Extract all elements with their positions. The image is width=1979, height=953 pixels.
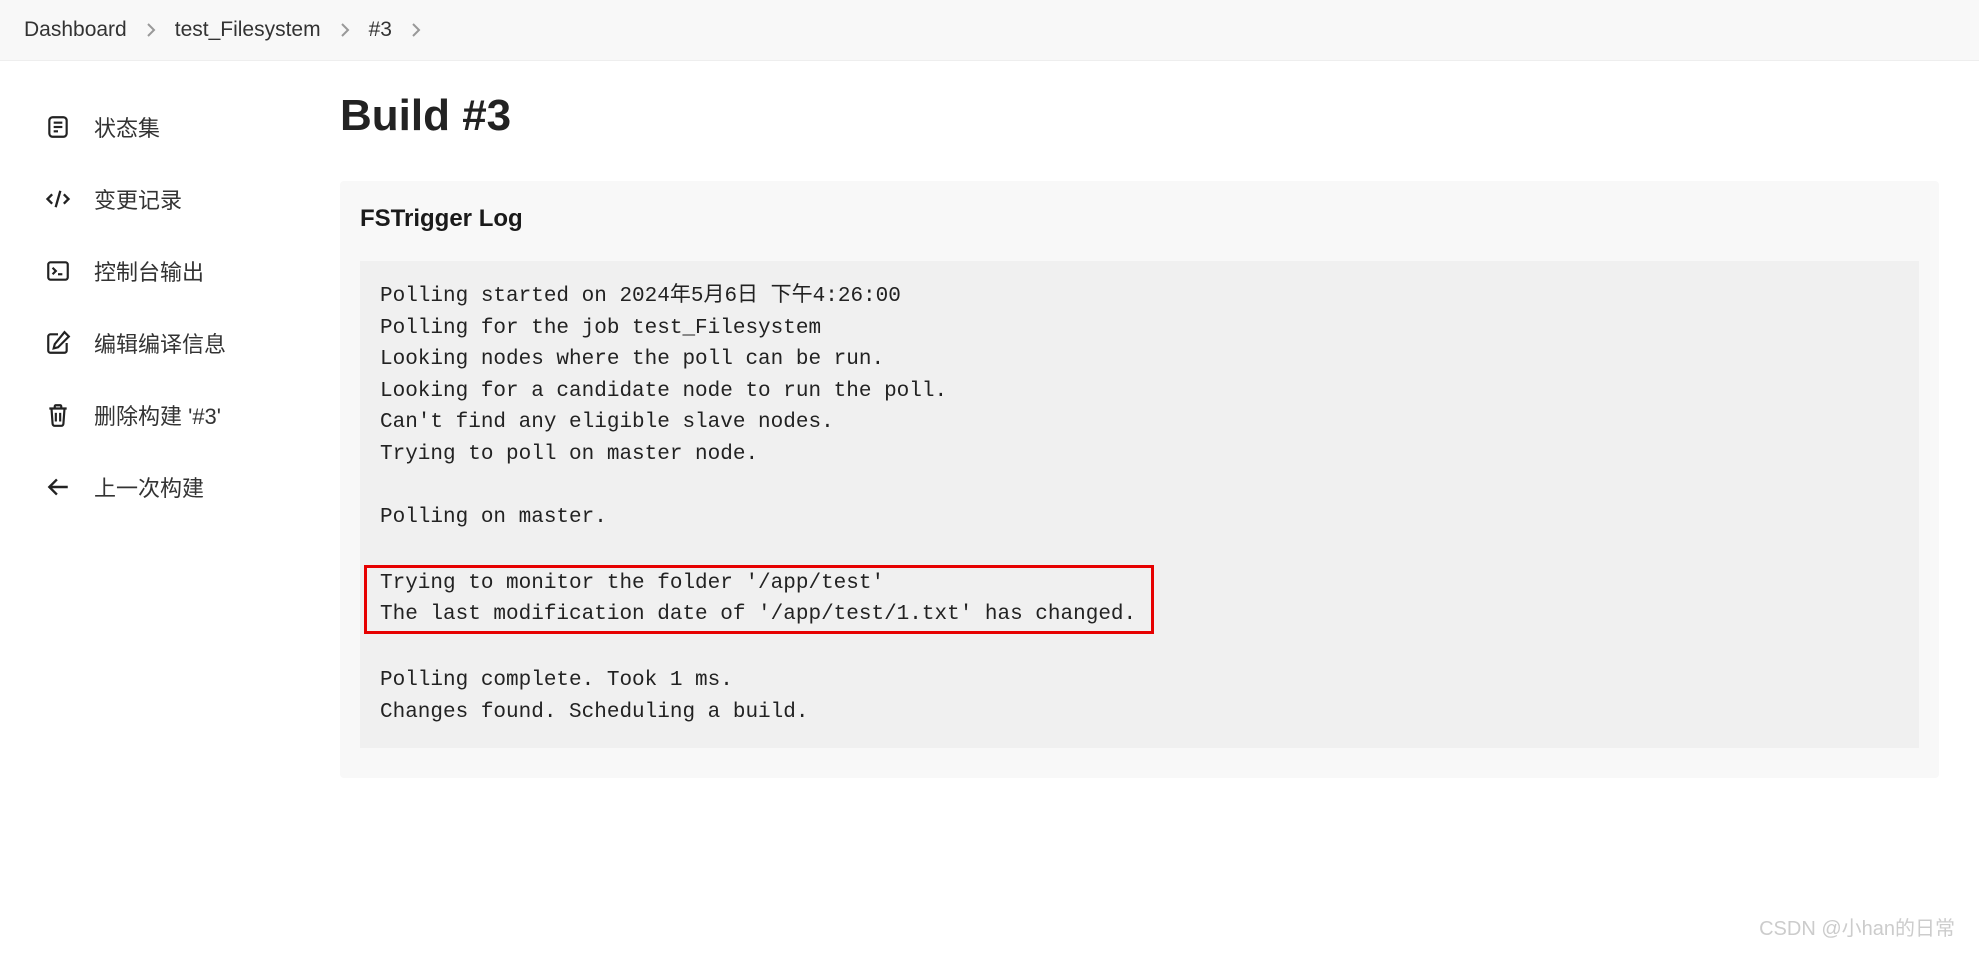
chevron-right-icon — [145, 22, 157, 38]
sidebar-item-label: 编辑编译信息 — [94, 327, 226, 359]
log-output: Polling started on 2024年5月6日 下午4:26:00Po… — [360, 261, 1919, 748]
chevron-right-icon — [410, 22, 422, 38]
log-line: The last modification date of '/app/test… — [380, 599, 1151, 631]
fstrigger-panel: FSTrigger Log Polling started on 2024年5月… — [340, 181, 1939, 778]
log-line — [380, 634, 1899, 666]
log-line: Looking nodes where the poll can be run. — [380, 344, 1899, 376]
status-icon — [44, 113, 72, 141]
breadcrumb-item-dashboard[interactable]: Dashboard — [24, 18, 127, 42]
page-title: Build #3 — [340, 91, 1939, 141]
log-line: Can't find any eligible slave nodes. — [380, 407, 1899, 439]
log-line: Trying to poll on master node. — [380, 439, 1899, 471]
sidebar-item-console[interactable]: 控制台输出 — [38, 235, 310, 307]
changes-icon — [44, 185, 72, 213]
log-line: Polling started on 2024年5月6日 下午4:26:00 — [380, 281, 1899, 313]
trash-icon — [44, 401, 72, 429]
sidebar-item-label: 控制台输出 — [94, 255, 204, 287]
sidebar-item-status[interactable]: 状态集 — [38, 91, 310, 163]
terminal-icon — [44, 257, 72, 285]
watermark: CSDN @小han的日常 — [1759, 912, 1955, 941]
highlight-annotation: Trying to monitor the folder '/app/test'… — [364, 565, 1154, 634]
chevron-right-icon — [339, 22, 351, 38]
main-content: Build #3 FSTrigger Log Polling started o… — [330, 91, 1979, 778]
sidebar-item-label: 删除构建 '#3' — [94, 399, 221, 431]
sidebar-item-label: 状态集 — [94, 111, 160, 143]
log-line: Looking for a candidate node to run the … — [380, 376, 1899, 408]
log-line: Polling on master. — [380, 502, 1899, 534]
log-line: Changes found. Scheduling a build. — [380, 697, 1899, 729]
sidebar-item-edit[interactable]: 编辑编译信息 — [38, 307, 310, 379]
sidebar-item-prev-build[interactable]: 上一次构建 — [38, 451, 310, 523]
log-line: Polling for the job test_Filesystem — [380, 313, 1899, 345]
breadcrumb: Dashboard test_Filesystem #3 — [0, 0, 1979, 61]
log-line — [380, 470, 1899, 502]
sidebar-item-label: 上一次构建 — [94, 471, 204, 503]
sidebar-item-delete[interactable]: 删除构建 '#3' — [38, 379, 310, 451]
log-line: Polling complete. Took 1 ms. — [380, 665, 1899, 697]
breadcrumb-item-job[interactable]: test_Filesystem — [175, 18, 321, 42]
breadcrumb-item-build[interactable]: #3 — [369, 18, 392, 42]
edit-icon — [44, 329, 72, 357]
log-line: Trying to monitor the folder '/app/test' — [380, 568, 1151, 600]
sidebar-item-changes[interactable]: 变更记录 — [38, 163, 310, 235]
sidebar-item-label: 变更记录 — [94, 183, 182, 215]
arrow-left-icon — [44, 473, 72, 501]
log-line — [380, 533, 1899, 565]
panel-title: FSTrigger Log — [360, 205, 1919, 233]
sidebar: 状态集 变更记录 控制台输出 编辑编译信息 删除构建 '#3' — [0, 91, 330, 778]
